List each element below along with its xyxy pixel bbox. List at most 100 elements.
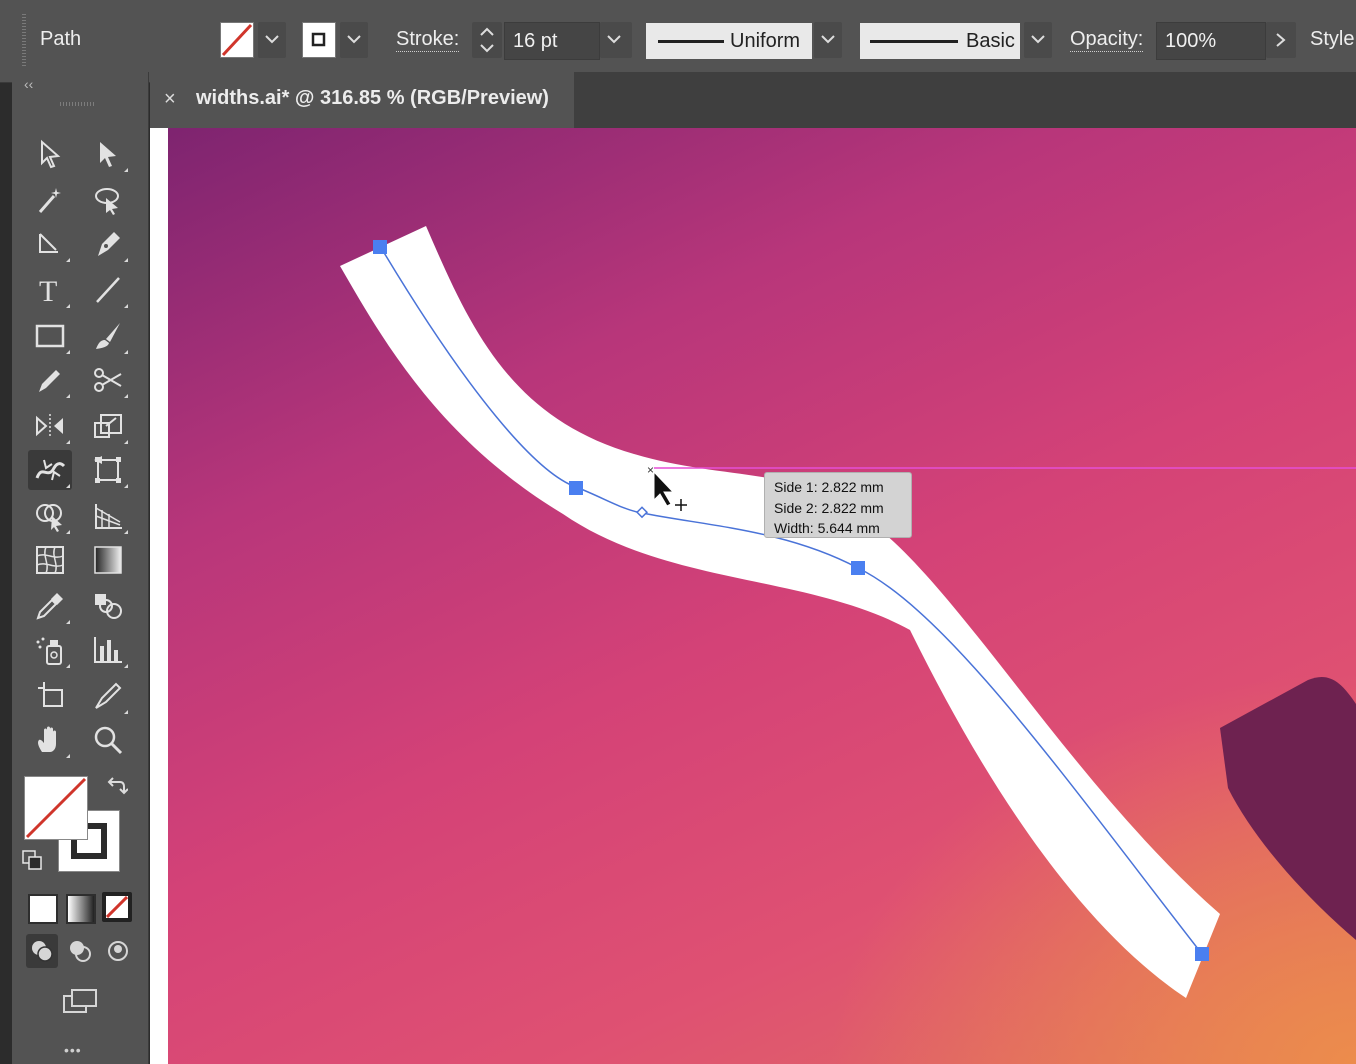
- zoom-tool[interactable]: [86, 720, 130, 760]
- shape-builder-tool[interactable]: [28, 496, 72, 536]
- close-tab-icon[interactable]: ×: [164, 88, 176, 111]
- fill-color-box[interactable]: [24, 776, 88, 840]
- change-screen-mode-button[interactable]: [56, 982, 104, 1022]
- width-profile-select[interactable]: Uniform: [646, 23, 812, 59]
- line-segment-tool[interactable]: [86, 270, 130, 310]
- document-title: widths.ai* @ 316.85 % (RGB/Preview): [196, 87, 549, 109]
- stroke-weight-input[interactable]: 16 pt: [504, 22, 600, 60]
- more-tools-button[interactable]: •••: [64, 1042, 82, 1058]
- paintbrush-tool[interactable]: [86, 316, 130, 356]
- blend-tool[interactable]: [86, 586, 130, 626]
- selection-arrow-icon: [41, 139, 61, 169]
- gradient-tool[interactable]: [86, 540, 130, 580]
- lasso-tool[interactable]: [86, 180, 130, 220]
- stroke-swatch[interactable]: [302, 22, 336, 58]
- width-tool[interactable]: [28, 450, 72, 490]
- anchor-point[interactable]: [569, 481, 583, 495]
- slice-tool[interactable]: [86, 676, 130, 716]
- chevron-down-icon: [607, 35, 621, 44]
- wide-white-stroke[interactable]: [340, 226, 1220, 998]
- anchor-point-tool[interactable]: [28, 224, 72, 264]
- artboard[interactable]: × Side 1: 2.822 mm Side 2: 2.822 mm Widt…: [168, 128, 1356, 1064]
- anchor-point[interactable]: [373, 240, 387, 254]
- anchor-point-icon: [39, 233, 58, 253]
- document-tab[interactable]: × widths.ai* @ 316.85 % (RGB/Preview): [150, 72, 574, 128]
- mesh-icon: [36, 546, 64, 574]
- slice-knife-icon: [95, 682, 122, 709]
- scale-tool[interactable]: [86, 406, 130, 446]
- control-bar-grip[interactable]: [22, 14, 26, 68]
- none-slash-icon: [105, 895, 129, 919]
- stroke-weight-stepper[interactable]: [472, 22, 502, 58]
- none-mode-button[interactable]: [102, 892, 132, 922]
- type-t-icon: T: [39, 275, 57, 306]
- fill-dropdown[interactable]: [258, 22, 286, 58]
- dark-purple-shape[interactable]: [1220, 677, 1356, 940]
- width-tooltip: Side 1: 2.822 mm Side 2: 2.822 mm Width:…: [764, 472, 912, 538]
- column-graph-tool[interactable]: [86, 630, 130, 670]
- selection-tool[interactable]: [28, 134, 72, 174]
- hand-tool[interactable]: [28, 720, 72, 760]
- stroke-color-dropdown[interactable]: [340, 22, 368, 58]
- screen-mode-icon: [63, 989, 97, 1013]
- width-profile-preview: [658, 40, 724, 43]
- default-fill-stroke-icon[interactable]: [22, 850, 44, 872]
- free-transform-tool[interactable]: [86, 450, 130, 490]
- pencil-tool[interactable]: [28, 360, 72, 400]
- gradient-mode-button[interactable]: [66, 894, 96, 924]
- chevron-right-icon: [1276, 33, 1286, 47]
- draw-inside-button[interactable]: [102, 934, 134, 968]
- swap-fill-stroke-icon[interactable]: [106, 776, 128, 798]
- stroke-label[interactable]: Stroke:: [396, 28, 460, 52]
- width-handle-marker[interactable]: ×: [647, 463, 654, 477]
- column-graph-icon: [94, 637, 122, 663]
- artwork-layer[interactable]: ×: [168, 128, 1356, 1064]
- scissors-icon: [94, 368, 122, 392]
- brush-dropdown[interactable]: [1024, 22, 1052, 58]
- stroke-weight-dropdown[interactable]: [600, 22, 632, 58]
- direct-selection-tool[interactable]: [86, 134, 130, 174]
- width-tool-icon: [35, 459, 66, 481]
- draw-normal-button[interactable]: [26, 934, 58, 968]
- draw-behind-icon: [70, 941, 91, 962]
- reflect-tool[interactable]: [28, 406, 72, 446]
- line-segment-icon: [96, 277, 120, 303]
- selection-type-label: Path: [40, 28, 82, 50]
- width-profile-dropdown[interactable]: [814, 22, 842, 58]
- free-transform-icon: [94, 456, 121, 483]
- tooltip-side2: Side 2: 2.822 mm: [774, 499, 884, 516]
- lasso-icon: [95, 188, 119, 215]
- brush-definition-select[interactable]: Basic: [860, 23, 1020, 59]
- opacity-label[interactable]: Opacity:: [1070, 28, 1144, 52]
- draw-behind-button[interactable]: [64, 934, 96, 968]
- type-tool[interactable]: T: [28, 270, 72, 310]
- reflect-icon: [36, 414, 63, 438]
- symbol-sprayer-tool[interactable]: [28, 630, 72, 670]
- draw-normal-icon: [32, 941, 53, 962]
- opacity-input[interactable]: 100%: [1156, 22, 1266, 60]
- artboard-tool[interactable]: [28, 676, 72, 716]
- magic-wand-tool[interactable]: [28, 180, 72, 220]
- panel-grabber[interactable]: [60, 102, 96, 106]
- color-mode-button[interactable]: [28, 894, 58, 924]
- collapse-panel-icon[interactable]: ‹‹: [24, 76, 33, 92]
- chevron-down-icon: [1031, 35, 1045, 44]
- scissors-tool[interactable]: [86, 360, 130, 400]
- anchor-point[interactable]: [851, 561, 865, 575]
- opacity-arrow[interactable]: [1266, 22, 1296, 58]
- perspective-grid-tool[interactable]: [86, 496, 130, 536]
- style-label[interactable]: Style:: [1310, 28, 1356, 51]
- brush-preview: [870, 40, 958, 43]
- fill-swatch[interactable]: [220, 22, 254, 58]
- chevron-down-icon: [347, 35, 361, 44]
- mesh-tool[interactable]: [28, 540, 72, 580]
- symbol-sprayer-icon: [36, 637, 62, 665]
- pen-tool[interactable]: [86, 224, 130, 264]
- eyedropper-tool[interactable]: [28, 586, 72, 626]
- shape-builder-icon: [36, 504, 62, 532]
- rectangle-tool[interactable]: [28, 316, 72, 356]
- magnifier-icon: [94, 726, 123, 755]
- stroke-square-icon: [311, 32, 326, 47]
- anchor-point[interactable]: [1195, 947, 1209, 961]
- canvas-area[interactable]: × Side 1: 2.822 mm Side 2: 2.822 mm Widt…: [150, 128, 1356, 1064]
